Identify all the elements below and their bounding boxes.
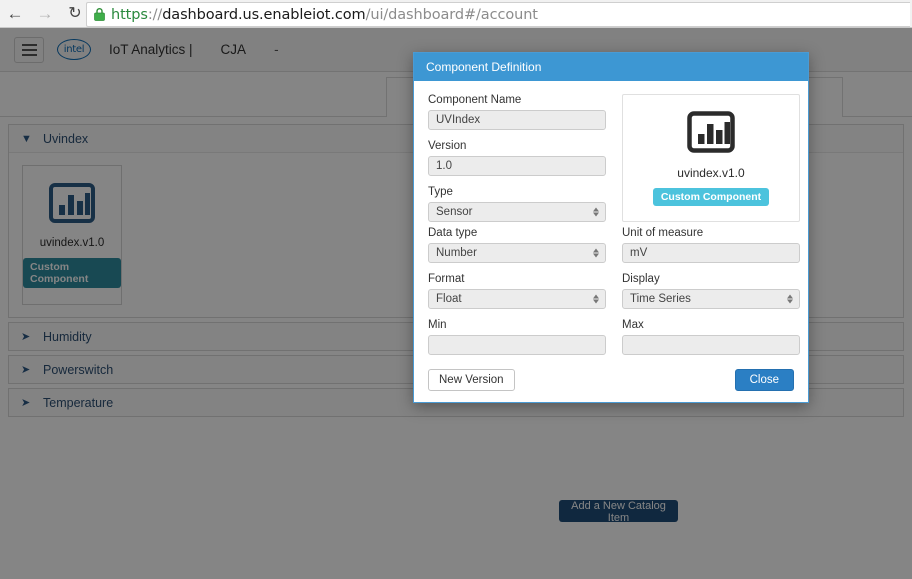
display-label: Display [622, 273, 660, 285]
format-select[interactable]: Float [428, 289, 606, 309]
modal-header: Component Definition [414, 53, 808, 81]
select-stepper-icon [787, 294, 793, 304]
arrow-right-icon[interactable]: → [30, 0, 60, 28]
field-min: Min [428, 319, 606, 355]
format-label: Format [428, 273, 465, 285]
type-select-value: Sensor [436, 206, 473, 218]
display-select-value: Time Series [630, 293, 691, 305]
field-max: Max [622, 319, 800, 355]
data-type-select[interactable]: Number [428, 243, 606, 263]
modal-right-column: uvindex.v1.0 Custom Component [622, 94, 800, 222]
component-preview-card: uvindex.v1.0 Custom Component [622, 94, 800, 222]
data-type-select-value: Number [436, 247, 477, 259]
close-button[interactable]: Close [734, 369, 794, 391]
browser-chrome: ← → ↻ https://dashboard.us.enableiot.com… [0, 0, 912, 28]
field-type: Type Sensor [428, 186, 606, 222]
unit-of-measure-label: Unit of measure [622, 227, 704, 239]
component-definition-modal: Component Definition Component Name Vers… [413, 52, 809, 403]
url-host: dashboard.us.enableiot.com [162, 6, 366, 23]
field-display: Display Time Series [622, 273, 800, 309]
modal-footer: New Version Close [428, 369, 794, 391]
field-component-name: Component Name [428, 94, 606, 130]
display-select[interactable]: Time Series [622, 289, 800, 309]
field-data-type: Data type Number [428, 227, 606, 263]
modal-lower-grid: Data type Number Unit of measure Format … [428, 227, 800, 365]
min-label: Min [428, 319, 447, 331]
version-input[interactable] [428, 156, 606, 176]
type-label: Type [428, 186, 453, 198]
modal-title: Component Definition [426, 60, 542, 74]
unit-of-measure-input[interactable] [622, 243, 800, 263]
new-version-button[interactable]: New Version [428, 369, 515, 391]
version-label: Version [428, 140, 467, 152]
preview-custom-component-badge: Custom Component [652, 187, 770, 206]
select-stepper-icon [593, 248, 599, 258]
component-name-input[interactable] [428, 110, 606, 130]
min-input[interactable] [428, 335, 606, 355]
format-select-value: Float [436, 293, 462, 305]
url-separator: :// [147, 6, 163, 23]
url-text: https://dashboard.us.enableiot.com/ui/da… [111, 7, 538, 23]
address-bar[interactable]: https://dashboard.us.enableiot.com/ui/da… [86, 2, 910, 27]
lock-icon [94, 8, 105, 21]
max-input[interactable] [622, 335, 800, 355]
field-format: Format Float [428, 273, 606, 309]
type-select[interactable]: Sensor [428, 202, 606, 222]
modal-body: Component Name Version Type Sensor [414, 81, 808, 403]
component-name-label: Component Name [428, 94, 522, 106]
url-scheme: https [111, 6, 148, 23]
arrow-left-icon[interactable]: ← [0, 0, 30, 28]
max-label: Max [622, 319, 644, 331]
url-path: /ui/dashboard#/account [365, 6, 538, 23]
modal-left-column: Component Name Version Type Sensor [428, 94, 606, 232]
field-unit-of-measure: Unit of measure [622, 227, 800, 263]
select-stepper-icon [593, 207, 599, 217]
preview-component-name: uvindex.v1.0 [677, 165, 745, 180]
field-version: Version [428, 140, 606, 176]
select-stepper-icon [593, 294, 599, 304]
data-type-label: Data type [428, 227, 478, 239]
bar-chart-icon [687, 110, 735, 158]
